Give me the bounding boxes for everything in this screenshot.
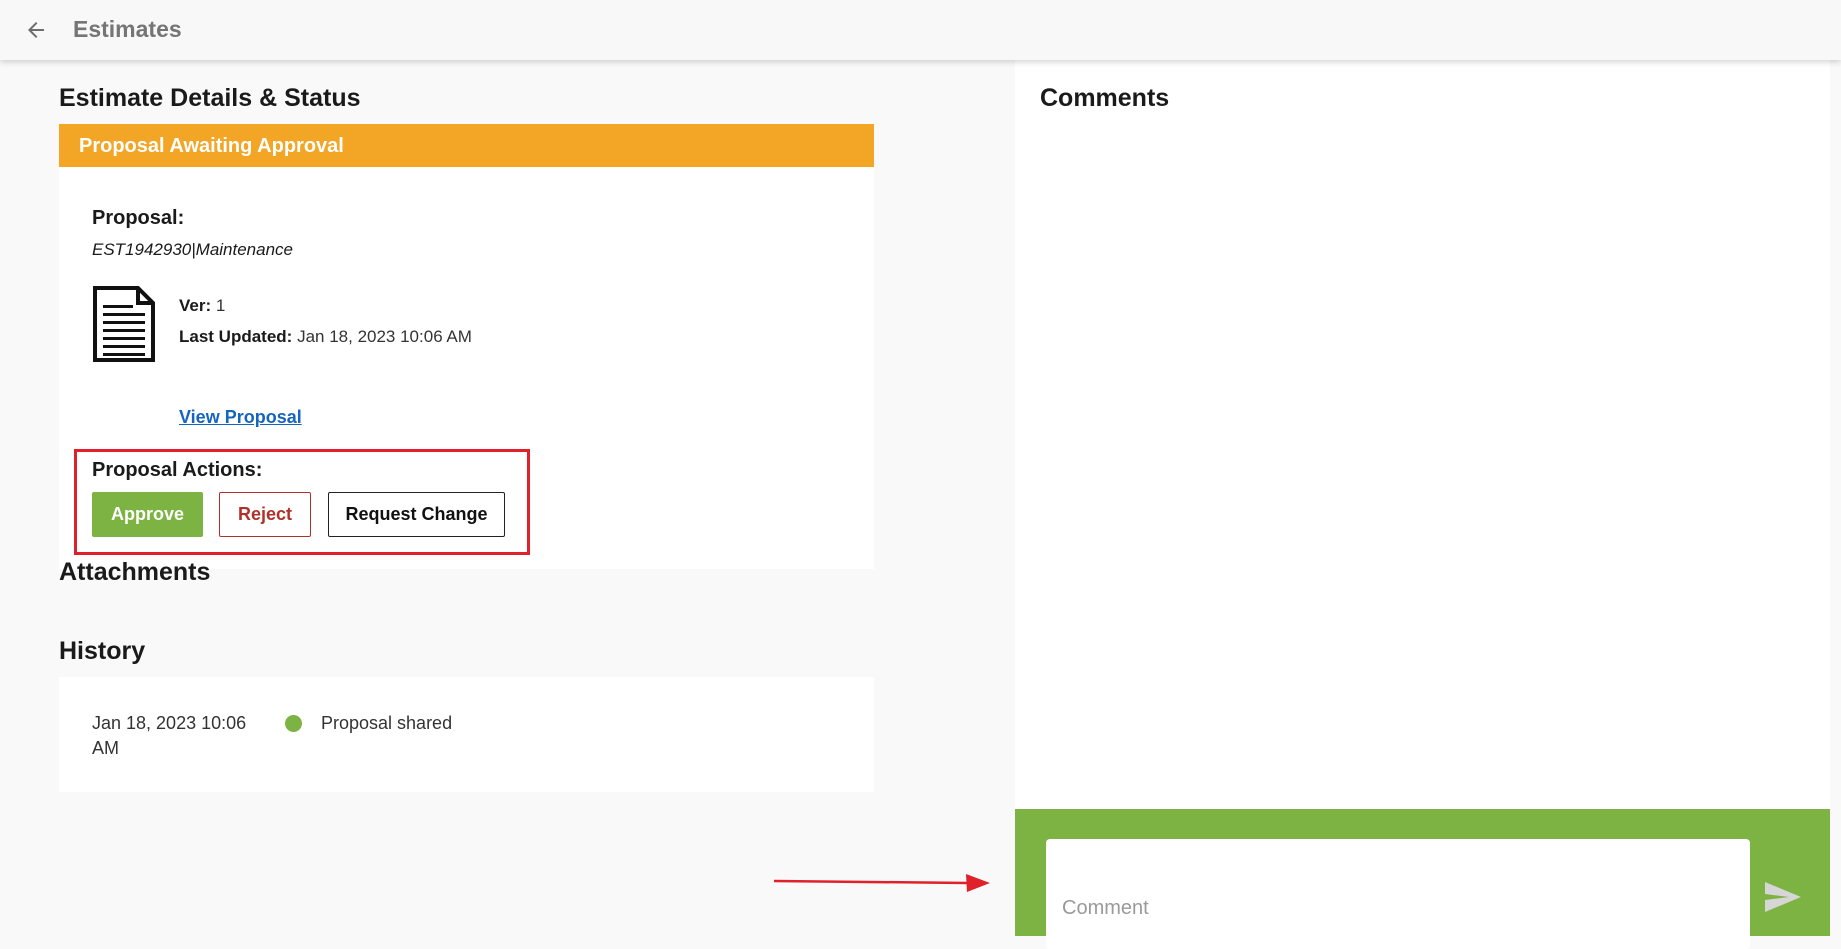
- proposal-label: Proposal:: [92, 207, 185, 229]
- history-event: Proposal shared: [321, 713, 453, 733]
- last-updated-value: Jan 18, 2023 10:06 AM: [297, 327, 472, 346]
- comment-input[interactable]: [1046, 839, 1750, 949]
- proposal-actions-highlight: Proposal Actions: Approve Reject Request…: [74, 449, 530, 555]
- comments-heading: Comments: [1040, 84, 1170, 112]
- reject-button[interactable]: Reject: [219, 492, 311, 537]
- comment-composer: [1015, 809, 1830, 949]
- request-change-button[interactable]: Request Change: [328, 492, 505, 537]
- history-heading: History: [59, 637, 146, 665]
- history-date: Jan 18, 2023 10:06 AM: [92, 713, 247, 758]
- send-icon: [1765, 882, 1801, 912]
- status-banner: Proposal Awaiting Approval: [59, 124, 874, 167]
- last-updated-row: Last Updated: Jan 18, 2023 10:06 AM: [179, 327, 472, 347]
- proposal-card: Proposal: EST1942930|Maintenance Ver: 1 …: [59, 167, 874, 569]
- last-updated-label: Last Updated:: [179, 327, 293, 346]
- proposal-actions-label: Proposal Actions:: [92, 459, 263, 481]
- history-status-dot: [285, 715, 302, 732]
- send-button[interactable]: [1755, 875, 1811, 919]
- back-button[interactable]: [18, 14, 54, 46]
- page-title: Estimates: [73, 16, 182, 42]
- top-app-bar: Estimates: [0, 0, 1841, 60]
- version-row: Ver: 1: [179, 296, 225, 316]
- attachments-heading: Attachments: [59, 558, 211, 586]
- red-arrow-icon: [773, 874, 990, 892]
- view-proposal-link[interactable]: View Proposal: [179, 407, 302, 428]
- approve-button[interactable]: Approve: [92, 492, 203, 537]
- history-card: Jan 18, 2023 10:06 AM Proposal shared: [59, 677, 874, 792]
- estimate-details-heading: Estimate Details & Status: [59, 84, 361, 112]
- version-value: 1: [215, 296, 226, 315]
- comments-panel: Comments: [1015, 60, 1830, 949]
- arrow-left-icon: [28, 22, 44, 38]
- proposal-id: EST1942930|Maintenance: [92, 240, 294, 259]
- document-icon: [93, 286, 155, 362]
- version-label: Ver:: [179, 296, 212, 315]
